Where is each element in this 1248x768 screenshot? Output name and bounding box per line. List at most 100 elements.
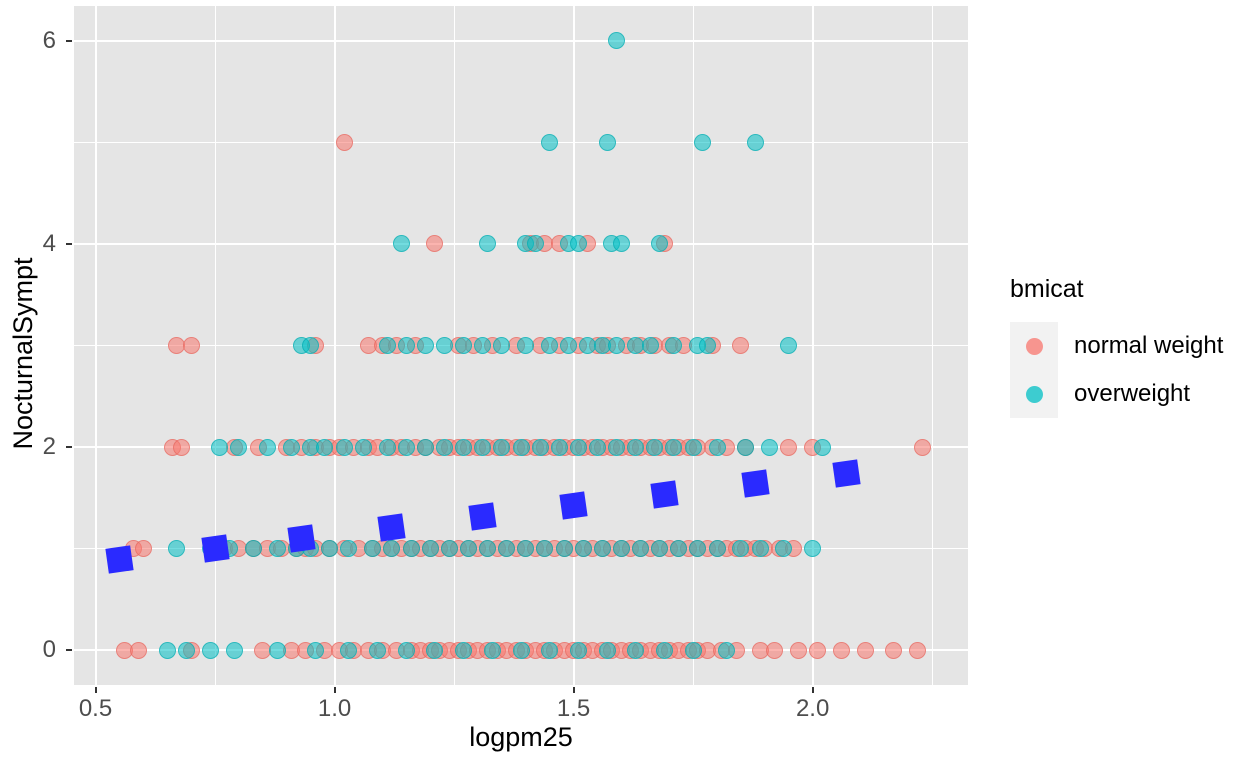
data-point xyxy=(813,438,831,456)
data-point xyxy=(493,337,511,354)
data-point xyxy=(130,641,148,659)
data-point xyxy=(765,641,783,659)
data-point xyxy=(608,438,626,456)
legend: bmicat normal weight overweight xyxy=(1010,275,1240,418)
fitted-mean-marker xyxy=(650,480,679,510)
data-point xyxy=(646,438,664,456)
fitted-mean-marker xyxy=(468,502,497,531)
data-point xyxy=(369,641,387,659)
data-point xyxy=(259,438,277,456)
data-point xyxy=(268,540,286,558)
data-point xyxy=(225,641,243,659)
data-point xyxy=(283,438,301,456)
legend-item-label: normal weight xyxy=(1074,332,1224,359)
data-point xyxy=(627,438,645,456)
data-point xyxy=(569,641,587,659)
data-point xyxy=(694,133,712,151)
data-point xyxy=(612,235,630,253)
data-point xyxy=(479,235,497,253)
fitted-mean-marker xyxy=(559,490,588,520)
gridline-major-vertical xyxy=(333,6,336,685)
data-point xyxy=(684,641,702,659)
y-tick-mark xyxy=(66,649,72,652)
x-tick-mark xyxy=(333,687,336,693)
x-tick-mark xyxy=(811,687,814,693)
data-point xyxy=(402,540,420,558)
legend-item-overweight[interactable]: overweight xyxy=(1010,370,1240,418)
data-point xyxy=(698,337,716,354)
data-point xyxy=(574,540,592,558)
data-point xyxy=(746,133,764,151)
data-point xyxy=(608,32,626,50)
data-point xyxy=(555,540,573,558)
x-tick-label: 1.0 xyxy=(317,695,352,722)
legend-key-swatch xyxy=(1010,370,1058,418)
data-point xyxy=(751,540,769,558)
gridline-major-vertical xyxy=(811,6,814,685)
data-point xyxy=(306,641,324,659)
legend-item-label: overweight xyxy=(1074,380,1191,407)
data-point xyxy=(211,438,229,456)
data-point xyxy=(397,337,415,354)
legend-item-normal-weight[interactable]: normal weight xyxy=(1010,322,1240,370)
x-tick-label: 1.5 xyxy=(556,695,591,722)
data-point xyxy=(483,641,501,659)
data-point xyxy=(168,540,186,558)
data-point xyxy=(321,540,339,558)
plot-panel xyxy=(74,6,968,685)
data-point xyxy=(608,337,626,354)
x-axis-title: logpm25 xyxy=(469,722,573,752)
data-point xyxy=(598,641,616,659)
data-point xyxy=(268,641,286,659)
data-point xyxy=(541,133,559,151)
data-point xyxy=(440,540,458,558)
data-point xyxy=(182,337,200,354)
x-tick-label: 2.0 xyxy=(795,695,830,722)
gridline-major-horizontal xyxy=(74,39,968,42)
data-point xyxy=(354,438,372,456)
data-point xyxy=(201,641,219,659)
x-tick-mark xyxy=(94,687,97,693)
data-point xyxy=(177,641,195,659)
data-point xyxy=(455,641,473,659)
data-point xyxy=(397,641,415,659)
fitted-mean-marker xyxy=(377,513,407,542)
data-point xyxy=(426,235,444,253)
data-point xyxy=(378,337,396,354)
data-point xyxy=(718,641,736,659)
legend-title: bmicat xyxy=(1010,275,1084,303)
fitted-mean-marker xyxy=(741,469,770,498)
data-point xyxy=(588,438,606,456)
data-point xyxy=(804,540,822,558)
data-point xyxy=(134,540,152,558)
data-point xyxy=(780,438,798,456)
data-point xyxy=(808,641,826,659)
data-point xyxy=(708,438,726,456)
data-point xyxy=(335,133,353,151)
scatter-plot: 0 2 4 6 0.5 1.0 1.5 2.0 logpm25 NocturnalSympt … xyxy=(0,0,1248,768)
data-point xyxy=(436,438,453,456)
data-point xyxy=(914,438,932,456)
fitted-mean-marker xyxy=(831,459,861,488)
data-point xyxy=(684,438,702,456)
circle-icon xyxy=(1025,385,1043,403)
x-tick-label: 0.5 xyxy=(78,695,113,722)
data-point xyxy=(512,438,530,456)
data-point xyxy=(474,438,492,456)
data-point xyxy=(455,438,473,456)
data-point xyxy=(455,337,473,354)
data-point xyxy=(244,540,262,558)
data-point xyxy=(732,337,750,354)
y-axis-title: NocturnalSympt xyxy=(8,257,38,450)
fitted-mean-marker xyxy=(105,545,134,575)
data-point xyxy=(665,438,683,456)
data-point xyxy=(789,641,807,659)
data-point xyxy=(641,337,659,354)
data-point xyxy=(421,540,439,558)
data-point xyxy=(531,438,549,456)
y-tick-mark xyxy=(66,446,72,449)
data-point xyxy=(335,438,353,456)
data-point xyxy=(173,438,191,456)
gridline-minor-vertical xyxy=(214,6,216,685)
data-point xyxy=(856,641,874,659)
